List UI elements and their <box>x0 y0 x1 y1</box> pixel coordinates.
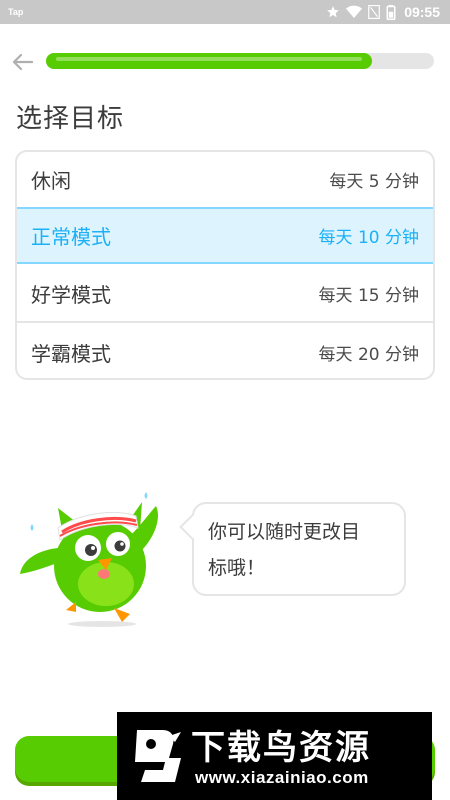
watermark-url: www.xiazainiao.com <box>195 768 369 787</box>
speech-bubble: 你可以随时更改目 标哦！ <box>179 502 406 596</box>
status-app-label: Tap <box>8 7 24 17</box>
goal-option-regular[interactable]: 正常模式 每天 10 分钟 <box>17 207 433 264</box>
goal-name: 休闲 <box>31 169 71 193</box>
goal-time: 每天 20 分钟 <box>318 345 419 365</box>
goal-time: 每天 15 分钟 <box>318 286 419 306</box>
goal-option-intense[interactable]: 学霸模式 每天 20 分钟 <box>17 324 433 378</box>
speech-bubble-tail <box>179 514 205 540</box>
speech-text-line1: 你可以随时更改目 <box>208 521 361 543</box>
arrow-left-icon <box>12 53 33 71</box>
goal-options-list: 休闲 每天 5 分钟 正常模式 每天 10 分钟 好学模式 每天 15 分钟 学… <box>15 150 435 380</box>
goal-name: 好学模式 <box>31 283 111 307</box>
progress-fill <box>46 53 372 69</box>
progress-shine <box>56 57 362 61</box>
status-time: 09:55 <box>404 4 440 20</box>
star-icon <box>327 6 340 18</box>
goal-name: 正常模式 <box>31 225 111 249</box>
watermark-title: 下载鸟资源 <box>191 728 371 768</box>
owl-mascot-illustration <box>20 492 158 627</box>
lesson-progress-bar <box>46 53 434 69</box>
watermark-banner: 下载鸟资源 www.xiazainiao.com <box>117 712 432 800</box>
signal-off-icon <box>368 5 381 19</box>
page-title: 选择目标 <box>16 104 125 134</box>
back-button[interactable] <box>10 50 34 74</box>
status-bar: Tap 09:55 <box>0 0 450 24</box>
bird-logo-icon <box>135 730 181 782</box>
goal-option-casual[interactable]: 休闲 每天 5 分钟 <box>17 152 433 209</box>
goal-time: 每天 5 分钟 <box>329 172 419 192</box>
goal-name: 学霸模式 <box>31 342 111 366</box>
speech-text-line2: 标哦！ <box>208 557 266 579</box>
wifi-icon <box>346 5 363 19</box>
status-icons: 09:55 <box>326 4 440 20</box>
goal-time: 每天 10 分钟 <box>318 228 419 248</box>
battery-icon <box>386 4 396 20</box>
goal-option-serious[interactable]: 好学模式 每天 15 分钟 <box>17 266 433 323</box>
